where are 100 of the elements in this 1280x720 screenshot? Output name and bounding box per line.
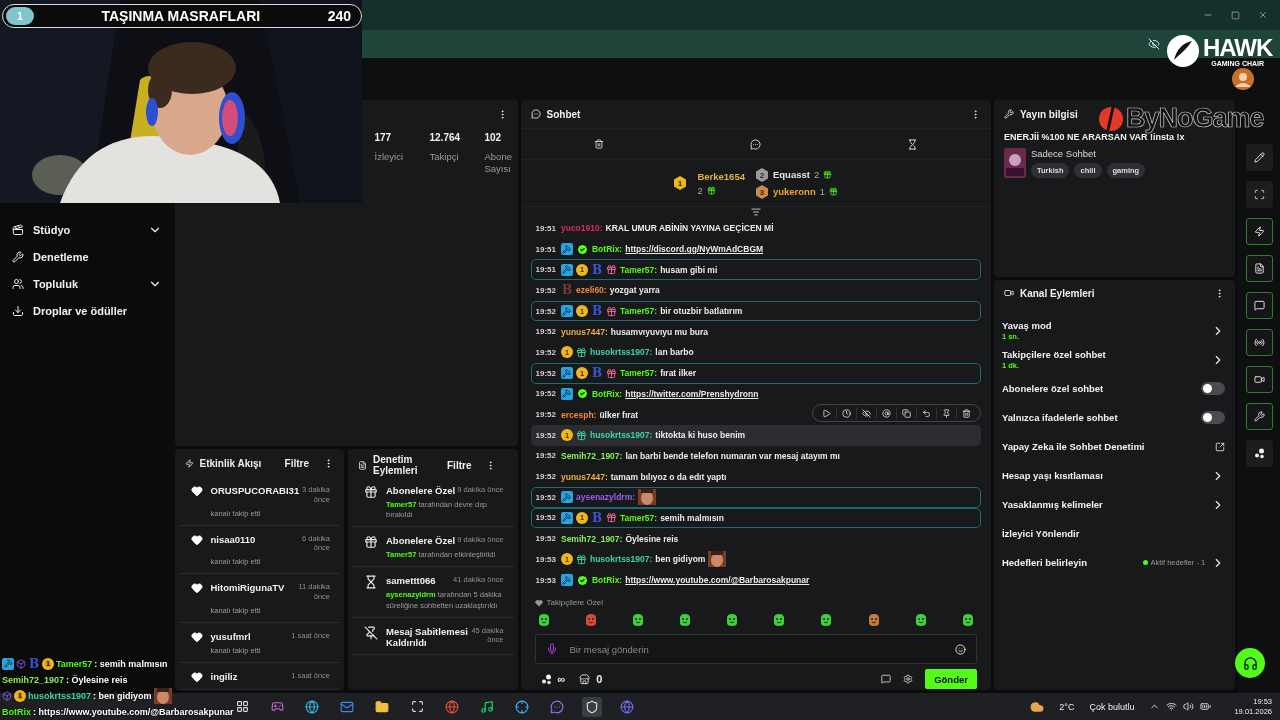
battery-icon[interactable] [1200,701,1212,712]
emote-icon[interactable] [536,613,551,628]
gift-icon [364,485,378,499]
emote-icon[interactable] [725,613,740,628]
filter-button[interactable]: Filtre [276,455,317,471]
setting-label[interactable]: Hesap yaşı kısıtlaması [1001,470,1206,481]
message-field[interactable]: Bir mesaj gönderin [534,634,977,665]
emote-icon[interactable] [819,613,834,628]
emote-icon[interactable] [960,613,975,628]
username[interactable]: yunus7447: [560,326,608,337]
message-time: 19:52 [535,347,556,357]
gift-count: 2 [813,169,820,180]
username[interactable]: ezeli60: [575,285,607,296]
username[interactable]: yuco1910: [560,223,603,234]
emote-icon[interactable] [913,613,928,628]
username[interactable]: Tamer57: [619,264,658,275]
store-icon[interactable] [579,673,591,685]
message-link[interactable]: https://discord.gg/NyWmAdCBGM [625,244,764,255]
globe-icon[interactable] [620,699,634,714]
follower-name: ingiliz [210,671,238,682]
heart-icon [190,582,203,595]
setting-label[interactable]: Abonelere özel sohbet [1001,383,1196,394]
rank-number: 1 [6,7,34,25]
username[interactable]: yunus7447: [560,471,608,482]
store-count: 0 [596,673,603,686]
volume-icon[interactable] [1183,701,1195,712]
wifi-icon[interactable] [1166,701,1178,712]
lightning-icon [1253,226,1265,237]
message-input[interactable]: Bir mesaj gönderin [567,642,945,656]
close-icon[interactable] [1258,10,1268,20]
expand-icon[interactable] [410,700,424,713]
emote-icon[interactable] [772,613,787,628]
music-icon[interactable] [480,699,494,714]
username[interactable]: Tamer57: [619,306,658,317]
username[interactable]: Tamer57: [619,512,658,523]
username[interactable]: BotRix: [591,244,623,255]
rail-button[interactable] [1245,440,1273,467]
sidebar-item[interactable]: Denetleme [12,243,162,270]
letter-label: B [590,510,603,525]
smile-icon[interactable] [954,643,966,655]
rail-button[interactable] [1245,218,1273,245]
microphone-icon[interactable] [545,643,558,656]
setting-label[interactable]: Yasaklanmış kelimeler [1001,499,1206,510]
shield-icon[interactable] [585,699,599,714]
username[interactable]: husokrtss1907: [589,430,653,441]
maximize-icon[interactable] [1231,10,1240,20]
heart-icon [190,485,203,497]
toggle-switch[interactable] [1201,411,1226,424]
setting-label[interactable]: Yalnızca ifadelerle sohbet [1001,412,1196,423]
username[interactable]: aysenazyldrm: [575,492,636,503]
gift-icon [605,305,617,317]
filter-button[interactable]: Filtre [439,457,480,473]
rail-button[interactable] [1245,292,1273,319]
avatar[interactable] [1232,68,1254,90]
mail-icon[interactable] [340,699,354,714]
toggle-switch[interactable] [1201,382,1226,395]
crosshair-icon[interactable] [515,699,529,714]
external-link-icon[interactable] [1215,441,1226,452]
message-link[interactable]: https://www.youtube.com/@Barbarosakpunar [625,575,810,586]
username[interactable]: BotRix: [591,575,623,586]
dots-icon[interactable] [540,673,552,685]
username[interactable]: BotRix: [591,388,623,399]
trash-icon[interactable] [593,139,604,149]
collapse-icon[interactable] [750,207,761,217]
setting-label[interactable]: İzleyici Yönlendir [1001,528,1226,539]
username[interactable]: Tamer57: [619,368,658,379]
chat-icon[interactable] [550,699,564,714]
setting-label[interactable]: Yapay Zeka ile Sohbet Denetimi [1001,441,1210,452]
task-view-icon[interactable] [235,700,249,713]
gamepad-icon[interactable] [270,700,284,713]
send-button[interactable]: Gönder [925,669,977,690]
username[interactable]: ercesph: [560,409,597,420]
rail-button[interactable] [1245,403,1273,430]
globe-icon[interactable] [305,699,319,714]
username[interactable]: husokrtss1907: [589,554,653,565]
rail-button[interactable] [1245,255,1273,282]
message-link[interactable]: https://twitter.com/Prenshydronn [625,388,759,399]
emote-icon[interactable] [630,613,645,628]
folder-icon[interactable] [375,699,389,714]
setting-label[interactable]: Hedefleri belirleyin [1001,557,1137,568]
leader-name: yukeronn [772,186,816,197]
hourglass-icon[interactable] [906,138,918,150]
sidebar-item[interactable]: Topluluk [12,270,162,297]
setting-label[interactable]: Takipçilere özel sohbet [1001,349,1206,360]
support-button[interactable] [1235,648,1265,678]
setting-label[interactable]: Yavaş mod [1001,320,1206,331]
emote-icon[interactable] [677,613,692,628]
sidebar-item[interactable]: Droplar ve ödüller [12,297,162,324]
emote-icon[interactable] [866,613,881,628]
settings-icon[interactable] [903,674,914,685]
rail-button[interactable] [1245,329,1273,356]
rail-button[interactable] [1245,366,1273,393]
username[interactable]: Semih72_1907: [560,533,623,544]
globe-icon[interactable] [445,699,459,714]
sidebar-item[interactable]: Stüdyo [12,216,162,243]
emote-icon[interactable] [583,613,598,628]
username[interactable]: husokrtss1907: [589,347,653,358]
username[interactable]: Semih72_1907: [560,450,623,461]
hammer-icon [560,491,573,504]
rail-button[interactable] [1245,144,1273,171]
